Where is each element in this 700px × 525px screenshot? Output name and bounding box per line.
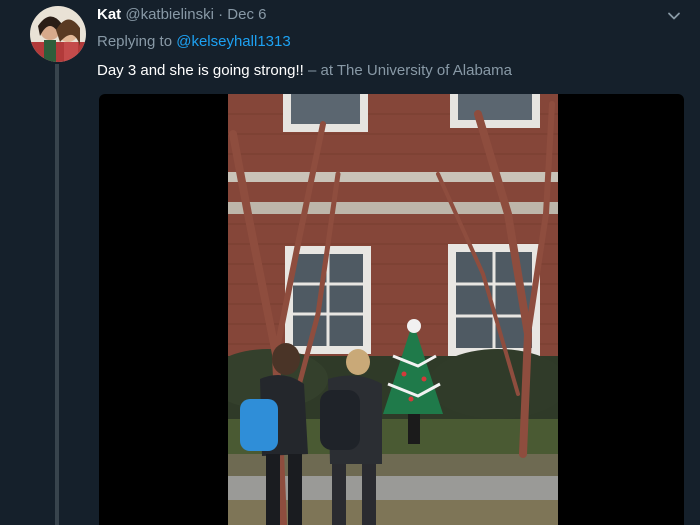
tweet-text: Day 3 and she is going strong!! – at The… [97,61,512,81]
tweet-date[interactable]: Dec 6 [227,6,266,23]
tweet[interactable]: Kat @katbielinski · Dec 6 Replying to @k… [0,0,700,525]
avatar[interactable] [30,6,86,62]
header-separator: · [218,6,224,23]
video-frame[interactable] [228,94,558,525]
thread-line [55,64,59,525]
tweet-location[interactable]: – at The University of Alabama [308,62,512,79]
reply-user-link[interactable]: @kelseyhall1313 [176,33,290,50]
media-container[interactable] [99,94,684,525]
tweet-header: Kat @katbielinski · Dec 6 [97,6,266,24]
chevron-down-icon[interactable] [666,8,682,24]
replying-prefix: Replying to [97,33,173,50]
author-handle[interactable]: @katbielinski [125,6,214,23]
replying-to: Replying to @kelseyhall1313 [97,33,291,51]
tweet-body: Day 3 and she is going strong!! [97,62,304,79]
author-name[interactable]: Kat [97,6,121,23]
